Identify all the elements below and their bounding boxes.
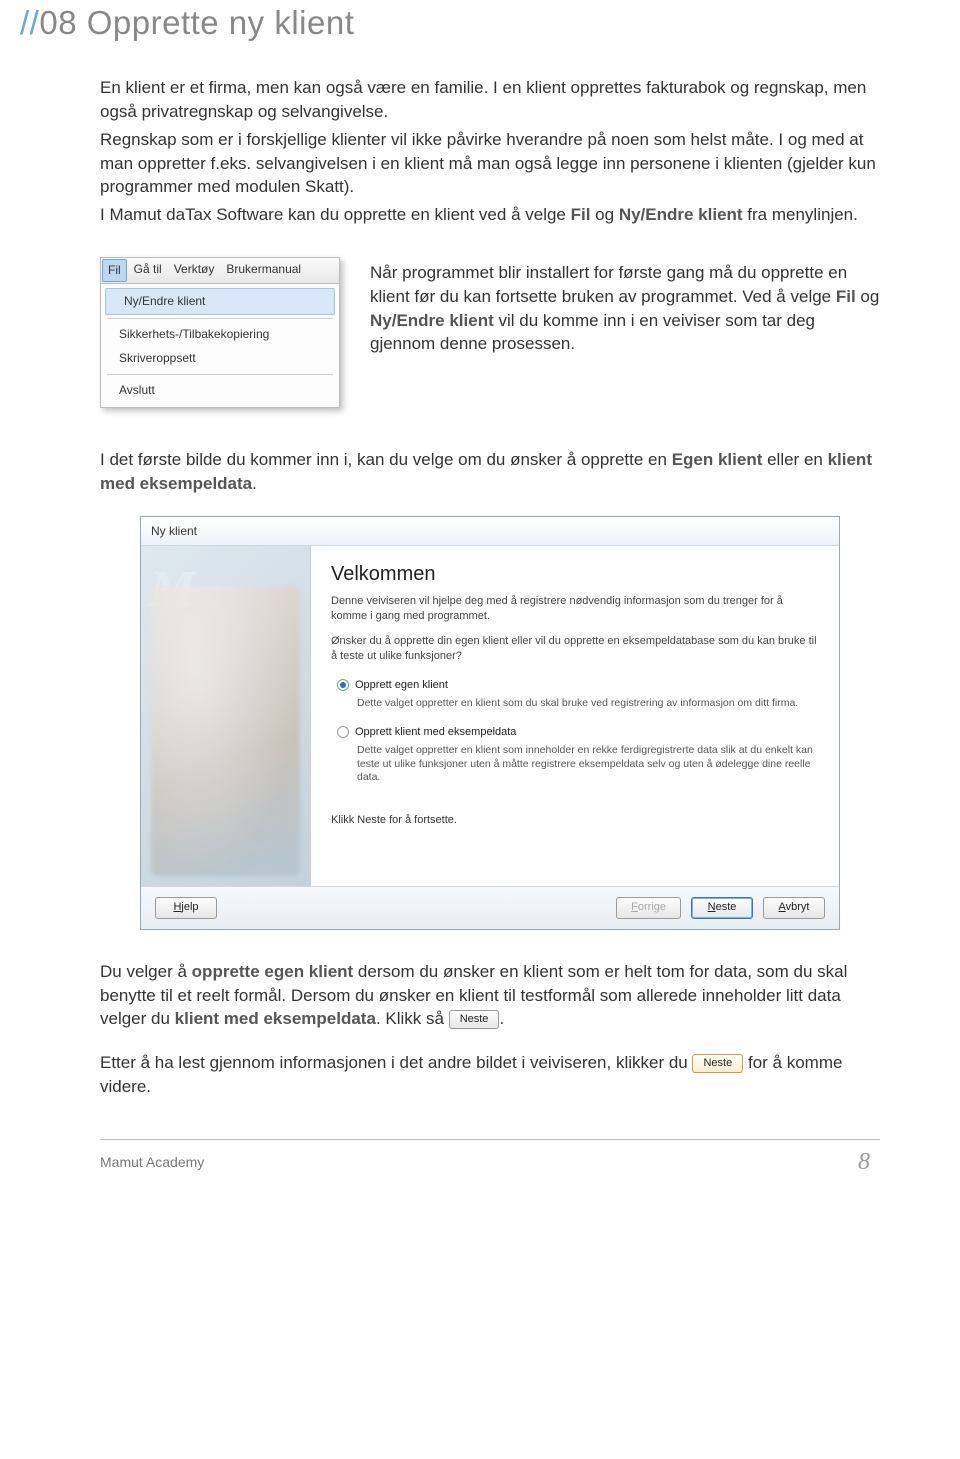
radio-sample-klient[interactable] (337, 726, 349, 738)
radio-sample-desc: Dette valget oppretter en klient som inn… (357, 744, 813, 785)
wizard-p2: Ønsker du å opprette din egen klient ell… (331, 634, 819, 664)
menu-divider (107, 318, 333, 319)
wizard-side-image: M (141, 546, 311, 886)
footer-brand: Mamut Academy (100, 1153, 204, 1173)
menu-divider (107, 374, 333, 375)
wizard-next-button[interactable]: Neste (691, 897, 753, 918)
radio-sample-label: Opprett klient med eksempeldata (355, 725, 516, 740)
intro-paragraph-3: I Mamut daTax Software kan du opprette e… (100, 203, 880, 227)
menu-item-sikkerhet[interactable]: Sikkerhets-/Tilbakekopiering (101, 322, 339, 347)
mid-paragraph: I det første bilde du kommer inn i, kan … (100, 448, 880, 496)
wizard-back-button[interactable]: Forrige (616, 897, 681, 918)
beside-paragraph: Når programmet blir installert for først… (370, 257, 880, 408)
footer-rule (100, 1139, 880, 1140)
wizard-cancel-button[interactable]: Avbryt (763, 897, 825, 918)
menu-item-avslutt[interactable]: Avslutt (101, 378, 339, 403)
footer-page-number: 8 (858, 1146, 870, 1180)
inline-neste-button-2[interactable]: Neste (692, 1054, 743, 1073)
radio-own-label: Opprett egen klient (355, 678, 448, 693)
file-menu-screenshot: Fil Gå til Verktøy Brukermanual Ny/Endre… (100, 257, 340, 408)
menu-bar: Fil Gå til Verktøy Brukermanual (101, 258, 339, 284)
wizard-watermark: M (149, 554, 195, 627)
heading-title: Opprette ny klient (87, 4, 355, 41)
inline-neste-button-1[interactable]: Neste (449, 1010, 500, 1029)
wizard-button-bar: Hjelp Forrige Neste Avbryt (141, 886, 839, 928)
wizard-titlebar: Ny klient (141, 517, 839, 547)
wizard-footer-note: Klikk Neste for å fortsette. (331, 813, 819, 828)
wizard-help-button[interactable]: Hjelp (155, 897, 217, 918)
dropdown-menu: Ny/Endre klient Sikkerhets-/Tilbakekopie… (101, 284, 339, 407)
menu-bar-gatil[interactable]: Gå til (128, 258, 168, 283)
wizard-heading: Velkommen (331, 560, 819, 588)
heading-number: 08 (39, 4, 77, 41)
page-heading: //08 Opprette ny klient (20, 0, 920, 46)
page-footer: Mamut Academy 8 (100, 1146, 880, 1180)
wizard-dialog: Ny klient M Velkommen Denne veiviseren v… (140, 516, 840, 930)
intro-paragraph-2: Regnskap som er i forskjellige klienter … (100, 128, 880, 199)
radio-own-klient[interactable] (337, 679, 349, 691)
intro-paragraph-1: En klient er et firma, men kan også være… (100, 76, 880, 124)
menu-item-ny-endre-klient[interactable]: Ny/Endre klient (105, 288, 335, 315)
menu-bar-brukermanual[interactable]: Brukermanual (220, 258, 307, 283)
menu-bar-fil[interactable]: Fil (102, 259, 127, 282)
menu-bar-verktoy[interactable]: Verktøy (168, 258, 221, 283)
wizard-p1: Denne veiviseren vil hjelpe deg med å re… (331, 594, 819, 624)
radio-own-desc: Dette valget oppretter en klient som du … (357, 697, 813, 711)
after-paragraph-2: Etter å ha lest gjennom informasjonen i … (100, 1051, 880, 1099)
wizard-option-sample: Opprett klient med eksempeldata Dette va… (337, 725, 813, 785)
heading-slashes: // (20, 4, 39, 41)
after-paragraph-1: Du velger å opprette egen klient dersom … (100, 960, 880, 1031)
menu-item-skriver[interactable]: Skriveroppsett (101, 346, 339, 371)
wizard-option-own: Opprett egen klient Dette valget opprett… (337, 678, 813, 711)
